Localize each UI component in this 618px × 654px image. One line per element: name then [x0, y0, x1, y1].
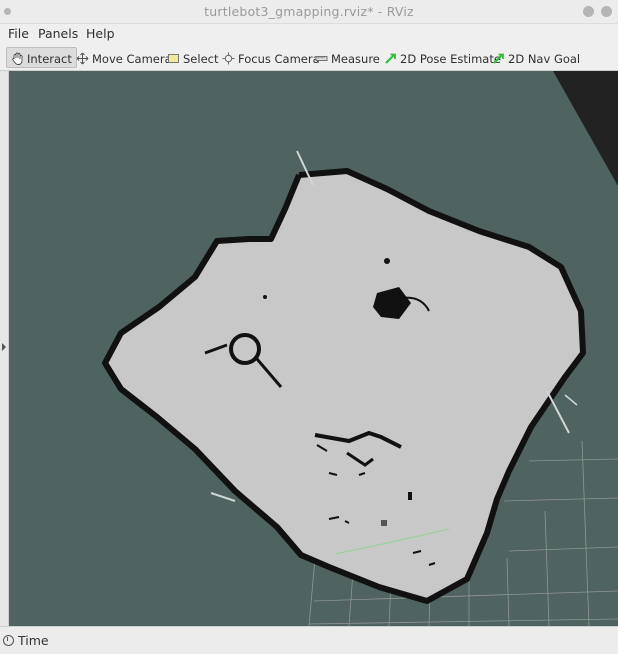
window-title: turtlebot3_gmapping.rviz* - RViz	[204, 4, 414, 19]
tool-move-camera-label: Move Camera	[92, 51, 172, 66]
green-arrow-icon	[384, 52, 397, 65]
minimize-icon[interactable]	[583, 6, 594, 17]
ruler-icon	[315, 52, 328, 65]
hand-icon	[11, 52, 24, 65]
focus-camera-icon	[222, 52, 235, 65]
menu-file[interactable]: File	[8, 26, 29, 41]
menu-panels[interactable]: Panels	[38, 26, 78, 41]
render-viewport[interactable]	[9, 71, 618, 626]
obstacle-speck-2	[381, 520, 387, 526]
obstacle-dot	[384, 258, 390, 264]
clock-icon	[3, 635, 14, 646]
menu-bar: File Panels Help	[0, 24, 618, 44]
expand-arrow-icon[interactable]	[2, 343, 6, 351]
time-panel-label[interactable]: Time	[18, 633, 49, 648]
map-canvas[interactable]	[9, 71, 618, 626]
tool-focus-camera[interactable]: Focus Camera	[218, 47, 324, 68]
tool-bar: Interact Move Camera Select Focus Camera…	[0, 44, 618, 71]
close-icon[interactable]	[601, 6, 612, 17]
move-camera-icon	[76, 52, 89, 65]
tool-2d-pose-estimate-label: 2D Pose Estimate	[400, 51, 501, 66]
tool-interact[interactable]: Interact	[6, 47, 77, 68]
tool-2d-nav-goal[interactable]: 2D Nav Goal	[488, 47, 584, 68]
tool-select[interactable]: Select	[163, 47, 222, 68]
tool-interact-label: Interact	[27, 51, 72, 66]
tool-select-label: Select	[183, 51, 219, 66]
left-panel-collapse[interactable]	[0, 71, 9, 626]
obstacle-speck	[408, 492, 412, 500]
obstacle-dot-2	[263, 295, 267, 299]
tool-2d-pose-estimate[interactable]: 2D Pose Estimate	[380, 47, 505, 68]
tool-focus-camera-label: Focus Camera	[238, 51, 320, 66]
select-icon	[167, 52, 180, 65]
title-bar: turtlebot3_gmapping.rviz* - RViz	[0, 0, 618, 24]
tool-measure[interactable]: Measure	[311, 47, 384, 68]
menu-help[interactable]: Help	[86, 26, 115, 41]
status-bar: Time	[0, 626, 618, 654]
tool-measure-label: Measure	[331, 51, 380, 66]
green-arrow-icon	[492, 52, 505, 65]
tool-2d-nav-goal-label: 2D Nav Goal	[508, 51, 581, 66]
tool-move-camera[interactable]: Move Camera	[72, 47, 176, 68]
